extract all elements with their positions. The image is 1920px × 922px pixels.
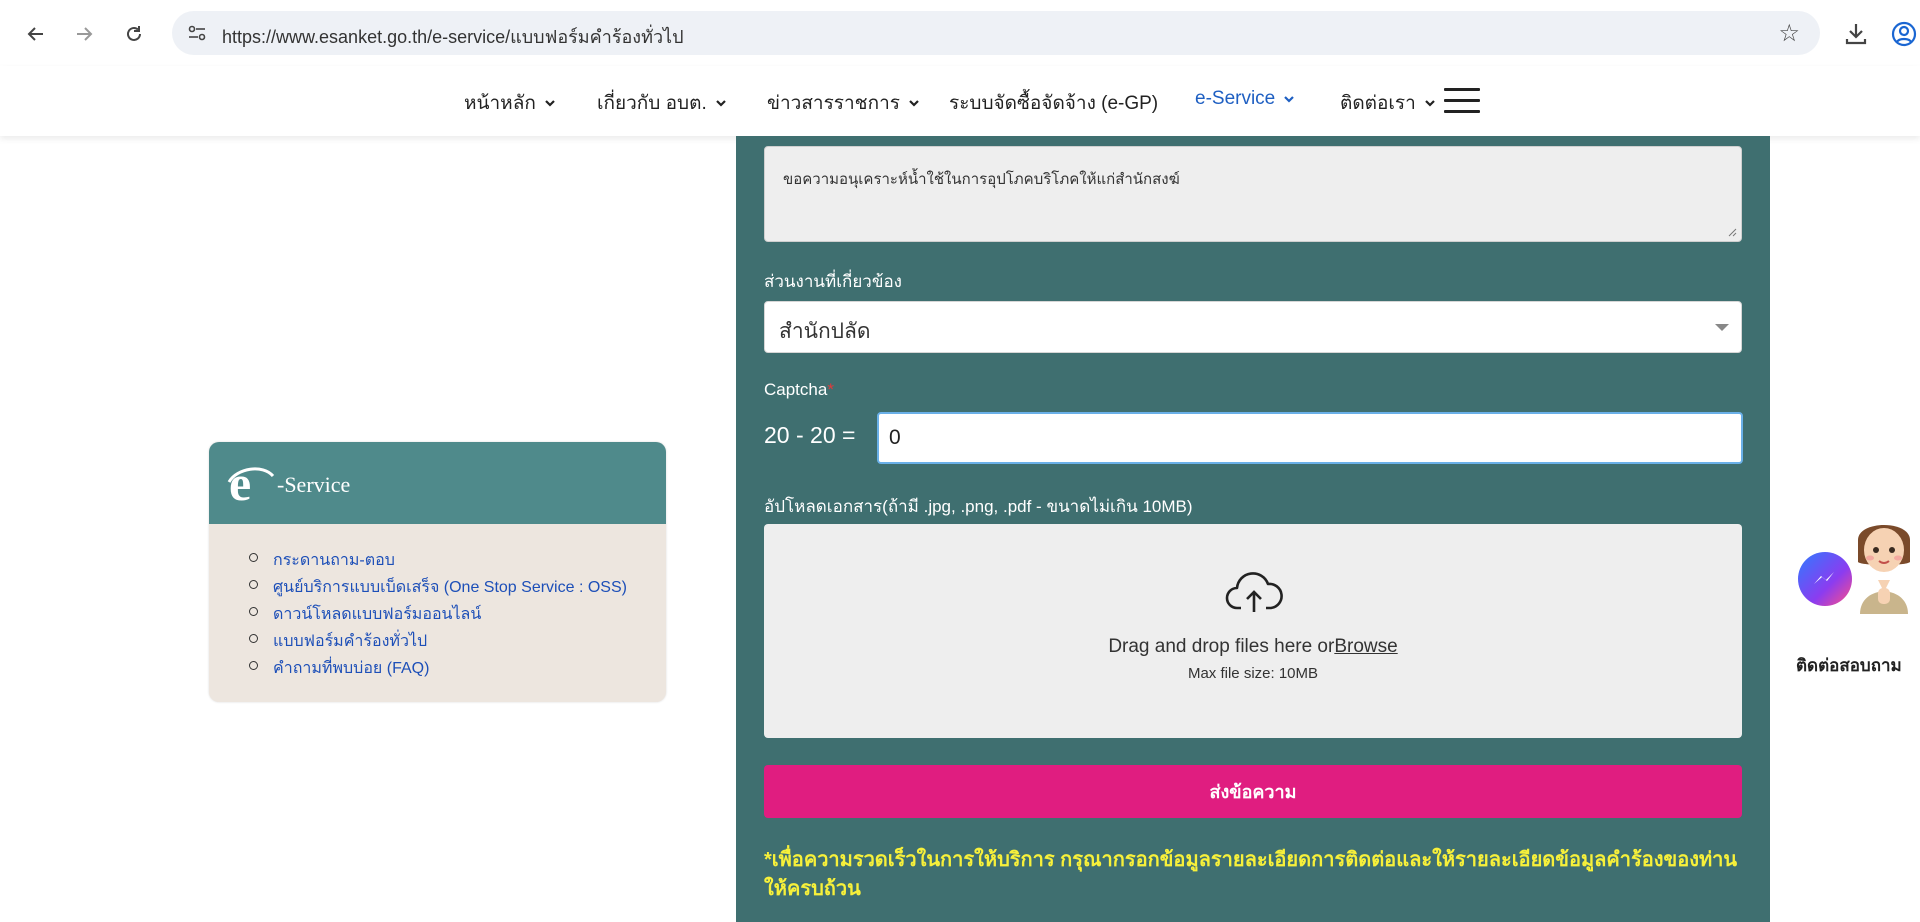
- chevron-down-icon: [1425, 100, 1435, 107]
- back-button[interactable]: [20, 18, 52, 50]
- nav-item-label: ระบบจัดซื้อจัดจ้าง (e-GP): [949, 93, 1159, 114]
- profile-icon[interactable]: [1888, 18, 1920, 50]
- caret-down-icon: [1715, 324, 1729, 331]
- messenger-icon[interactable]: [1798, 552, 1852, 606]
- nav-item-about[interactable]: เกี่ยวกับ อบต.: [597, 88, 727, 118]
- chevron-down-icon: [715, 100, 726, 107]
- submit-button[interactable]: ส่งข้อความ: [764, 765, 1742, 818]
- chevron-down-icon: [545, 100, 555, 107]
- nav-item-egp[interactable]: ระบบจัดซื้อจัดจ้าง (e-GP): [949, 88, 1158, 118]
- nav-item-eservice[interactable]: e-Service: [1195, 88, 1295, 110]
- eservice-link-label: ศูนย์บริการแบบเบ็ดเสร็จ (One Stop Servic…: [273, 579, 627, 596]
- department-select-value: สำนักปลัด: [779, 320, 871, 343]
- dropzone-instruction: Drag and drop files here or: [1108, 636, 1335, 657]
- eservice-link-qa[interactable]: กระดานถาม-ตอบ: [249, 548, 627, 575]
- bullet-icon: [249, 607, 258, 616]
- nav-item-news[interactable]: ข่าวสารราชการ: [767, 88, 920, 118]
- captcha-label: Captcha*: [764, 380, 834, 400]
- site-info-icon[interactable]: [184, 20, 210, 46]
- bookmark-star-icon[interactable]: ☆: [1778, 19, 1800, 48]
- chevron-down-icon: [1284, 96, 1295, 103]
- browser-toolbar: https://www.esanket.go.th/e-service/แบบฟ…: [0, 0, 1920, 66]
- forward-button[interactable]: [68, 18, 100, 50]
- nav-item-label: e-Service: [1195, 88, 1276, 109]
- site-navigation: หน้าหลัก เกี่ยวกับ อบต. ข่าวสารราชการ ระ…: [0, 66, 1920, 136]
- form-note: *เพื่อความรวดเร็วในการให้บริการ กรุณากรอ…: [764, 849, 1738, 900]
- message-text: ขอความอนุเคราะห์น้ำใช้ในการอุปโภคบริโภคใ…: [783, 171, 1180, 188]
- bullet-icon: [249, 553, 258, 562]
- e-logo-icon: e: [227, 460, 275, 506]
- nav-item-label: หน้าหลัก: [464, 93, 536, 114]
- address-bar[interactable]: https://www.esanket.go.th/e-service/แบบฟ…: [172, 11, 1820, 55]
- captcha-input[interactable]: [877, 412, 1743, 464]
- bullet-icon: [249, 580, 258, 589]
- back-arrow-icon: [27, 27, 43, 41]
- file-dropzone[interactable]: Drag and drop files here orBrowse Max fi…: [764, 524, 1742, 738]
- contact-widget[interactable]: ติดต่อสอบถาม: [1796, 506, 1920, 675]
- upload-label: อัปโหลดเอกสาร(ถ้ามี .jpg, .png, .pdf - ข…: [764, 497, 1193, 516]
- eservice-link-oss[interactable]: ศูนย์บริการแบบเบ็ดเสร็จ (One Stop Servic…: [249, 575, 627, 602]
- request-form-panel: ขอความอนุเคราะห์น้ำใช้ในการอุปโภคบริโภคใ…: [736, 136, 1770, 922]
- captcha-question: 20 - 20 =: [764, 422, 856, 448]
- eservice-card-title: -Service: [277, 472, 351, 497]
- required-mark: *: [827, 380, 834, 399]
- nav-item-contact[interactable]: ติดต่อเรา: [1340, 88, 1436, 118]
- nav-item-label: ข่าวสารราชการ: [767, 93, 900, 114]
- eservice-link-list: กระดานถาม-ตอบ ศูนย์บริการแบบเบ็ดเสร็จ (O…: [249, 548, 627, 683]
- eservice-card-header: e -Service: [209, 442, 666, 524]
- chevron-down-icon: [909, 100, 919, 107]
- reload-button[interactable]: [118, 18, 150, 50]
- department-label: ส่วนงานที่เกี่ยวข้อง: [764, 272, 902, 291]
- browse-link[interactable]: Browse: [1334, 636, 1397, 657]
- hamburger-menu-icon[interactable]: [1444, 88, 1480, 114]
- contact-widget-label[interactable]: ติดต่อสอบถาม: [1796, 652, 1902, 679]
- eservice-link-general-request[interactable]: แบบฟอร์มคำร้องทั่วไป: [249, 629, 627, 656]
- resize-grip-icon[interactable]: [1727, 227, 1737, 237]
- eservice-link-label: คำถามที่พบบ่อย (FAQ): [273, 660, 430, 677]
- eservice-card: e -Service กระดานถาม-ตอบ ศูนย์บริการแบบเ…: [209, 442, 666, 702]
- url-text[interactable]: https://www.esanket.go.th/e-service/แบบฟ…: [222, 22, 684, 51]
- nav-item-label: เกี่ยวกับ อบต.: [597, 93, 707, 114]
- mascot-image: [1858, 525, 1910, 614]
- eservice-link-label: แบบฟอร์มคำร้องทั่วไป: [273, 633, 428, 650]
- message-textarea[interactable]: ขอความอนุเคราะห์น้ำใช้ในการอุปโภคบริโภคใ…: [764, 146, 1742, 242]
- svg-text:e: e: [229, 460, 251, 506]
- department-select[interactable]: สำนักปลัด: [764, 301, 1742, 353]
- eservice-link-download-forms[interactable]: ดาวน์โหลดแบบฟอร์มออนไลน์: [249, 602, 627, 629]
- nav-item-home[interactable]: หน้าหลัก: [464, 88, 556, 118]
- forward-arrow-icon: [77, 27, 93, 41]
- dropzone-text: Drag and drop files here orBrowse: [764, 636, 1742, 658]
- download-icon[interactable]: [1840, 18, 1872, 50]
- cloud-upload-icon: [1225, 572, 1283, 612]
- eservice-link-label: กระดานถาม-ตอบ: [273, 552, 395, 569]
- captcha-label-text: Captcha: [764, 380, 828, 399]
- eservice-link-label: ดาวน์โหลดแบบฟอร์มออนไลน์: [273, 606, 482, 623]
- eservice-link-faq[interactable]: คำถามที่พบบ่อย (FAQ): [249, 656, 627, 683]
- bullet-icon: [249, 634, 258, 643]
- reload-icon: [127, 26, 141, 41]
- max-file-size: Max file size: 10MB: [1187, 665, 1319, 682]
- nav-item-label: ติดต่อเรา: [1340, 93, 1416, 114]
- bullet-icon: [249, 661, 258, 670]
